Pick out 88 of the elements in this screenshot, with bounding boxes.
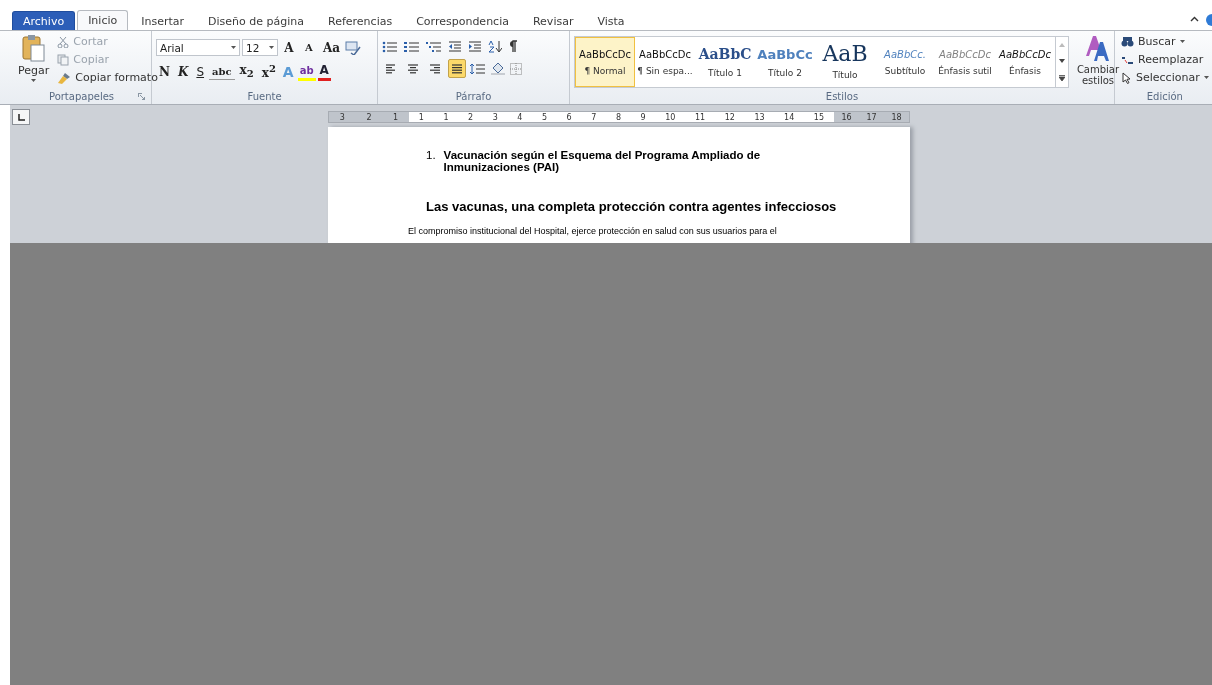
replace-icon bbox=[1121, 54, 1134, 65]
font-effect-button[interactable]: A bbox=[317, 62, 331, 81]
ribbon-tab[interactable]: Referencias bbox=[317, 11, 404, 30]
collapse-ribbon-icon[interactable] bbox=[1190, 16, 1199, 22]
font-size-field[interactable]: 12 bbox=[242, 39, 278, 56]
paintbrush-icon bbox=[57, 71, 72, 84]
ribbon-tab[interactable]: Correspondencia bbox=[405, 11, 520, 30]
paste-button[interactable]: Pegar bbox=[16, 34, 52, 90]
format-button[interactable]: x$_{2}$ bbox=[236, 62, 257, 81]
ruler-number: 1 bbox=[393, 112, 399, 122]
cursor-icon bbox=[1121, 71, 1132, 84]
format-button[interactable]: S bbox=[193, 62, 208, 81]
format-button[interactable]: K bbox=[174, 62, 192, 81]
decrease-indent-icon[interactable] bbox=[448, 40, 462, 53]
list-number: 1. bbox=[426, 149, 436, 163]
ruler-number: 14 bbox=[784, 112, 795, 122]
scroll-down-icon[interactable] bbox=[1059, 59, 1065, 63]
align-lines-icon bbox=[407, 63, 419, 74]
more-styles-icon[interactable] bbox=[1059, 75, 1065, 81]
ribbon-tab[interactable]: Insertar bbox=[130, 11, 196, 30]
align-lines-icon bbox=[451, 63, 463, 74]
caret-icon bbox=[31, 79, 37, 82]
editing-button[interactable]: Seleccionar bbox=[1119, 70, 1211, 85]
ruler-number: 8 bbox=[615, 112, 621, 122]
ruler-number: 2 bbox=[366, 112, 372, 122]
numbered-list-icon[interactable] bbox=[404, 40, 420, 53]
ruler-number: 11 bbox=[694, 112, 706, 122]
format-button[interactable]: x$^{2}$ bbox=[258, 62, 279, 81]
caret-icon bbox=[1179, 40, 1185, 43]
ruler-number: 3 bbox=[339, 112, 345, 122]
caret-icon bbox=[269, 46, 274, 49]
ruler-number: 12 bbox=[724, 112, 735, 122]
caret-icon bbox=[231, 46, 236, 49]
file-tab[interactable]: Archivo bbox=[12, 11, 76, 30]
copy-icon bbox=[57, 53, 70, 66]
bullet-list-icon[interactable] bbox=[382, 40, 398, 53]
align-lines-icon bbox=[385, 63, 397, 74]
caret-icon bbox=[1203, 76, 1209, 79]
tab-stop-button[interactable] bbox=[12, 109, 30, 125]
increase-indent-icon[interactable] bbox=[468, 40, 482, 53]
shrink-font-button[interactable]: A bbox=[300, 38, 318, 57]
align-lines-icon bbox=[429, 63, 441, 74]
ruler-number: 10 bbox=[665, 112, 676, 122]
grow-font-button[interactable]: A bbox=[280, 38, 298, 57]
ruler-number: 18 bbox=[891, 112, 902, 122]
ruler-number: 1 bbox=[443, 112, 449, 122]
change-case-button[interactable]: Aa bbox=[320, 38, 344, 57]
pilcrow-icon[interactable] bbox=[508, 40, 518, 53]
ruler-number: 9 bbox=[640, 112, 646, 122]
ribbon-tab[interactable]: Revisar bbox=[521, 11, 585, 30]
ruler-number: 2 bbox=[468, 112, 474, 122]
body-paragraph: El compromiso institucional del Hospital, ejerce protección en salud con sus usuarios para el bbox=[408, 226, 778, 236]
ruler-number: 6 bbox=[566, 112, 572, 122]
binoculars-icon bbox=[1121, 36, 1134, 47]
clipboard-icon bbox=[21, 34, 46, 62]
ribbon-tab[interactable]: Diseño de página bbox=[197, 11, 315, 30]
scissors-icon bbox=[57, 35, 70, 48]
format-button[interactable]: abc bbox=[209, 63, 235, 80]
clipboard-button[interactable]: Copiar formato bbox=[55, 70, 160, 85]
ribbon-tab[interactable]: Inicio bbox=[77, 10, 129, 30]
ruler-number: 5 bbox=[541, 112, 548, 122]
group-label: Portapapeles bbox=[48, 91, 115, 102]
group-label: Edición bbox=[1146, 91, 1183, 102]
list-heading: Vacunación según el Esquema del Programa Ampliado de Inmunizaciones (PAI) bbox=[443, 149, 762, 173]
left-tab-icon bbox=[17, 113, 25, 121]
group-label: Párrafo bbox=[455, 91, 492, 102]
font-name-field[interactable]: Arial bbox=[156, 39, 240, 56]
ribbon-tab[interactable]: Vista bbox=[586, 11, 636, 30]
line-spacing-icon[interactable] bbox=[470, 62, 486, 75]
sort-icon[interactable] bbox=[488, 40, 502, 53]
group-label: Fuente bbox=[247, 91, 282, 102]
multilevel-list-icon[interactable] bbox=[426, 40, 442, 53]
ruler-number: 17 bbox=[866, 112, 877, 122]
document-heading: Las vacunas, una completa protección contra agentes infecciosos bbox=[426, 199, 838, 214]
ruler-number: 16 bbox=[841, 112, 852, 122]
ruler-number: 3 bbox=[492, 112, 498, 122]
dialog-launcher-icon[interactable] bbox=[138, 93, 145, 100]
group-label: Estilos bbox=[825, 91, 859, 102]
letters-a-icon bbox=[1085, 34, 1111, 62]
style-item[interactable]: AaBbCcDc ¶ Normal bbox=[575, 37, 635, 87]
spelling-icon[interactable] bbox=[345, 40, 362, 55]
ruler-number: 7 bbox=[591, 112, 597, 122]
ruler-number: 1 bbox=[418, 112, 424, 122]
ruler-number: 4 bbox=[517, 112, 523, 122]
font-effect-button[interactable]: ab bbox=[297, 62, 316, 81]
ruler-number: 15 bbox=[813, 112, 825, 122]
align-button[interactable] bbox=[448, 59, 466, 78]
ruler-number: 13 bbox=[754, 112, 765, 122]
